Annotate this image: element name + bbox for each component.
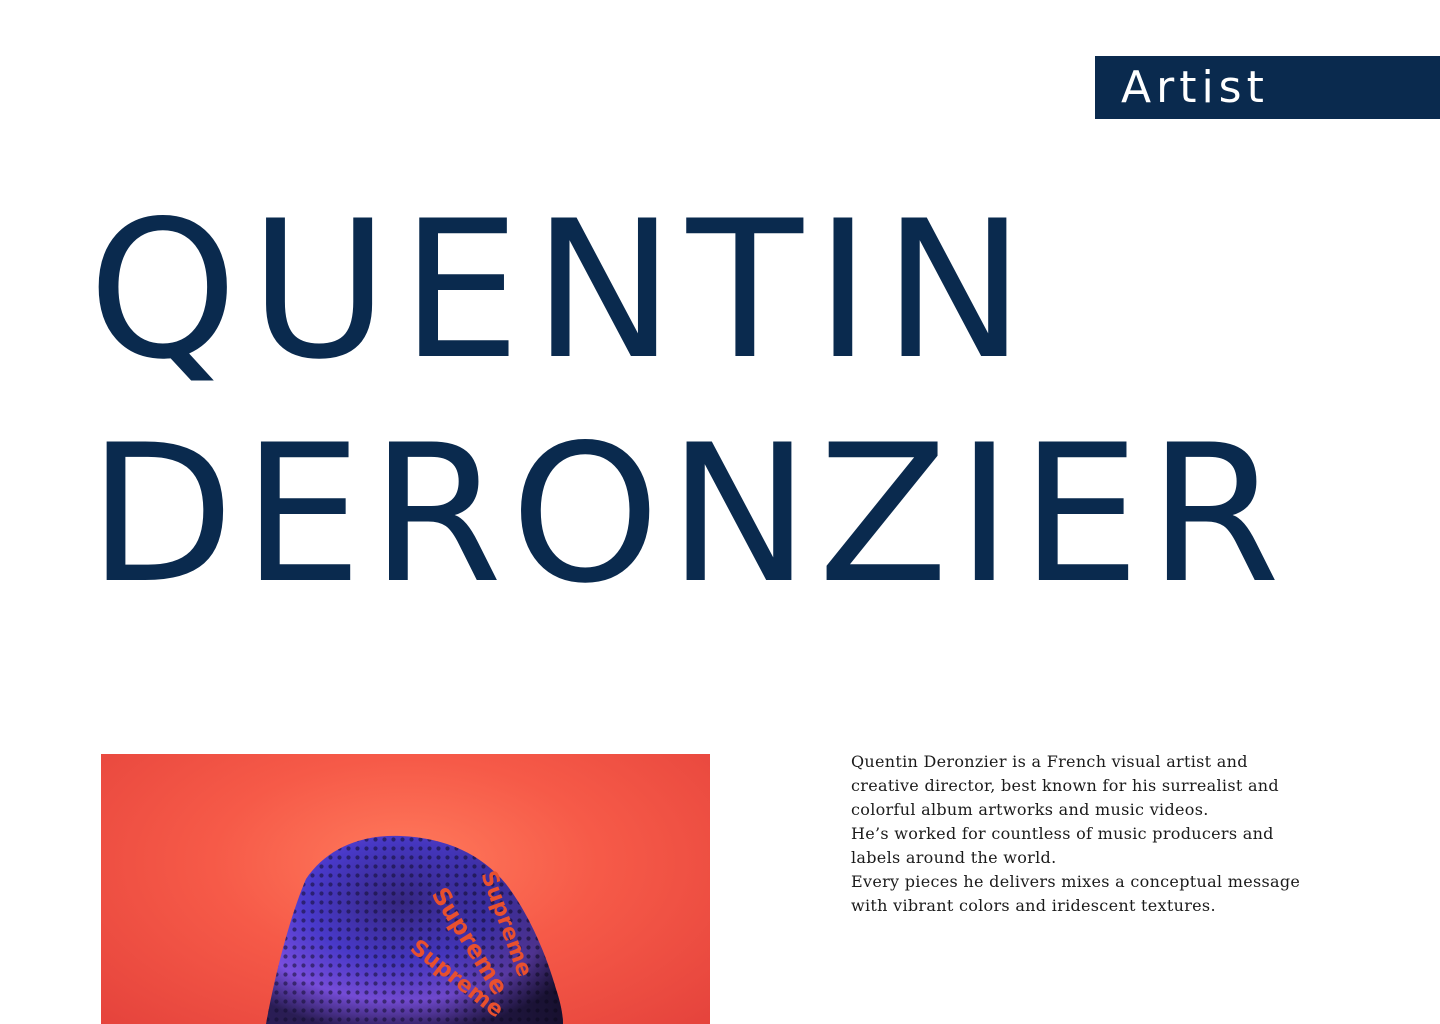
artist-bio: Quentin Deronzier is a French visual art… <box>851 750 1321 918</box>
artist-photo: Supreme Supreme Supreme <box>101 754 710 1024</box>
hooded-figure-illustration: Supreme Supreme Supreme <box>266 835 563 1024</box>
bio-paragraph: He’s worked for countless of music produ… <box>851 824 1274 867</box>
bio-paragraph: Quentin Deronzier is a French visual art… <box>851 752 1279 819</box>
artist-first-name: QUENTIN <box>88 180 1038 401</box>
bio-paragraph: Every pieces he delivers mixes a concept… <box>851 872 1301 915</box>
artist-category-label: Artist <box>1121 61 1269 113</box>
artist-category-tag: Artist <box>1095 56 1440 119</box>
artist-last-name: DERONZIER <box>88 404 1289 625</box>
